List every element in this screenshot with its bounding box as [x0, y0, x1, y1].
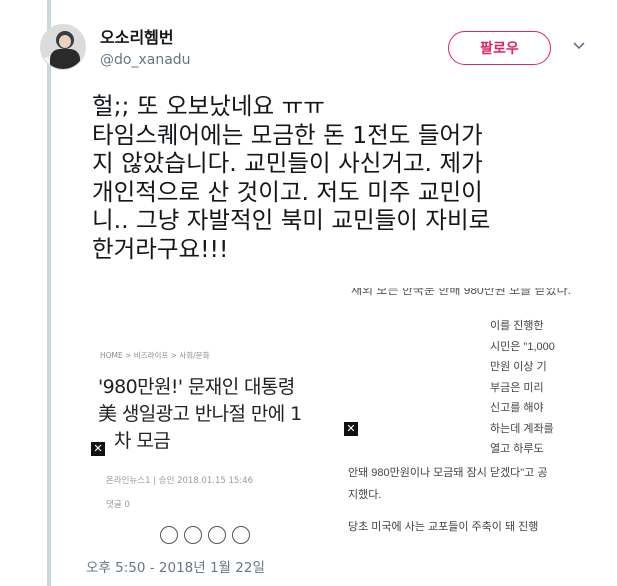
thread-line — [47, 0, 51, 586]
article-comments: 댓글 0 — [106, 500, 130, 510]
column-line: 부금은 미리 — [490, 381, 544, 394]
article-wide-line: 안돼 980만원이나 모금돼 잠시 닫겠다"고 공 — [348, 467, 548, 479]
article-breadcrumb: HOME > 비즈라이프 > 사회/문화 — [100, 351, 210, 360]
font-size-icon — [232, 526, 250, 544]
headline-line: '980만원!' 문재인 대통령 — [98, 376, 295, 398]
tweet-media-image[interactable]: 재외 모든 한국분 한배 980만원 보을 닫았다. HOME > 비즈라이프 … — [88, 288, 592, 546]
tweet-timestamp[interactable]: 오후 5:50 - 2018년 1월 22일 — [86, 556, 265, 576]
column-line: 하는데 계좌를 — [490, 422, 554, 435]
chevron-down-icon[interactable] — [570, 36, 588, 54]
article-byline: 온라인뉴스1 | 승인 2018.01.15 15:46 — [106, 476, 253, 486]
column-line: 이를 진행한 — [490, 320, 544, 332]
column-line: 시민은 "1,000 — [490, 340, 555, 353]
headline-line: 차 모금 — [114, 430, 171, 452]
tweet-line: 헐;; 또 오보났네요 ㅠㅠ — [92, 92, 325, 120]
tweet-line: 타임스퀘어에는 모금한 돈 1전도 들어가 — [92, 120, 483, 149]
article-wide-line: 지했다. — [348, 489, 382, 501]
tweet-line: 니.. 그냥 자발적인 북미 교민들이 자비로 — [92, 206, 491, 234]
article-headline: '980만원!' 문재인 대통령 美 생일광고 반나절 만에 1 차 모금 — [98, 374, 338, 455]
display-name[interactable]: 오소리헴번 — [100, 24, 174, 48]
headline-line: 美 생일광고 반나절 만에 1 — [98, 403, 302, 425]
tweet-line: 지 않았습니다. 교민들이 사신거고. 제가 — [92, 149, 483, 177]
avatar[interactable] — [40, 24, 86, 70]
user-handle[interactable]: @do_xanadu — [100, 52, 191, 68]
close-icon: ✕ — [91, 442, 105, 456]
share-icon — [160, 526, 178, 544]
print-icon — [184, 526, 202, 544]
column-line: 신고를 해야 — [490, 402, 544, 414]
column-line: 만원 이상 기 — [490, 361, 547, 373]
follow-button[interactable]: 팔로우 — [448, 31, 551, 65]
article-wide-line: 당초 미국에 사는 교포들이 주축이 돼 진행 — [348, 521, 539, 533]
share-icons — [160, 526, 250, 544]
tweet-line: 개인적으로 산 것이고. 저도 미주 교민이 — [92, 177, 483, 206]
tweet-text: 헐;; 또 오보났네요 ㅠㅠ 타임스퀘어에는 모금한 돈 1전도 들어가 지 않… — [92, 92, 604, 263]
email-icon — [208, 526, 226, 544]
article-screenshot-right: 이를 진행한 시민은 "1,000 만원 이상 기 부금은 미리 신고를 해야 … — [340, 288, 592, 546]
article-screenshot-left: HOME > 비즈라이프 > 사회/문화 '980만원!' 문재인 대통령 美 … — [88, 288, 336, 546]
column-line: 열고 하루도 — [490, 443, 544, 455]
article-column: 이를 진행한 시민은 "1,000 만원 이상 기 부금은 미리 신고를 해야 … — [490, 316, 582, 460]
tweet-line: 한거라구요!!! — [92, 234, 229, 263]
